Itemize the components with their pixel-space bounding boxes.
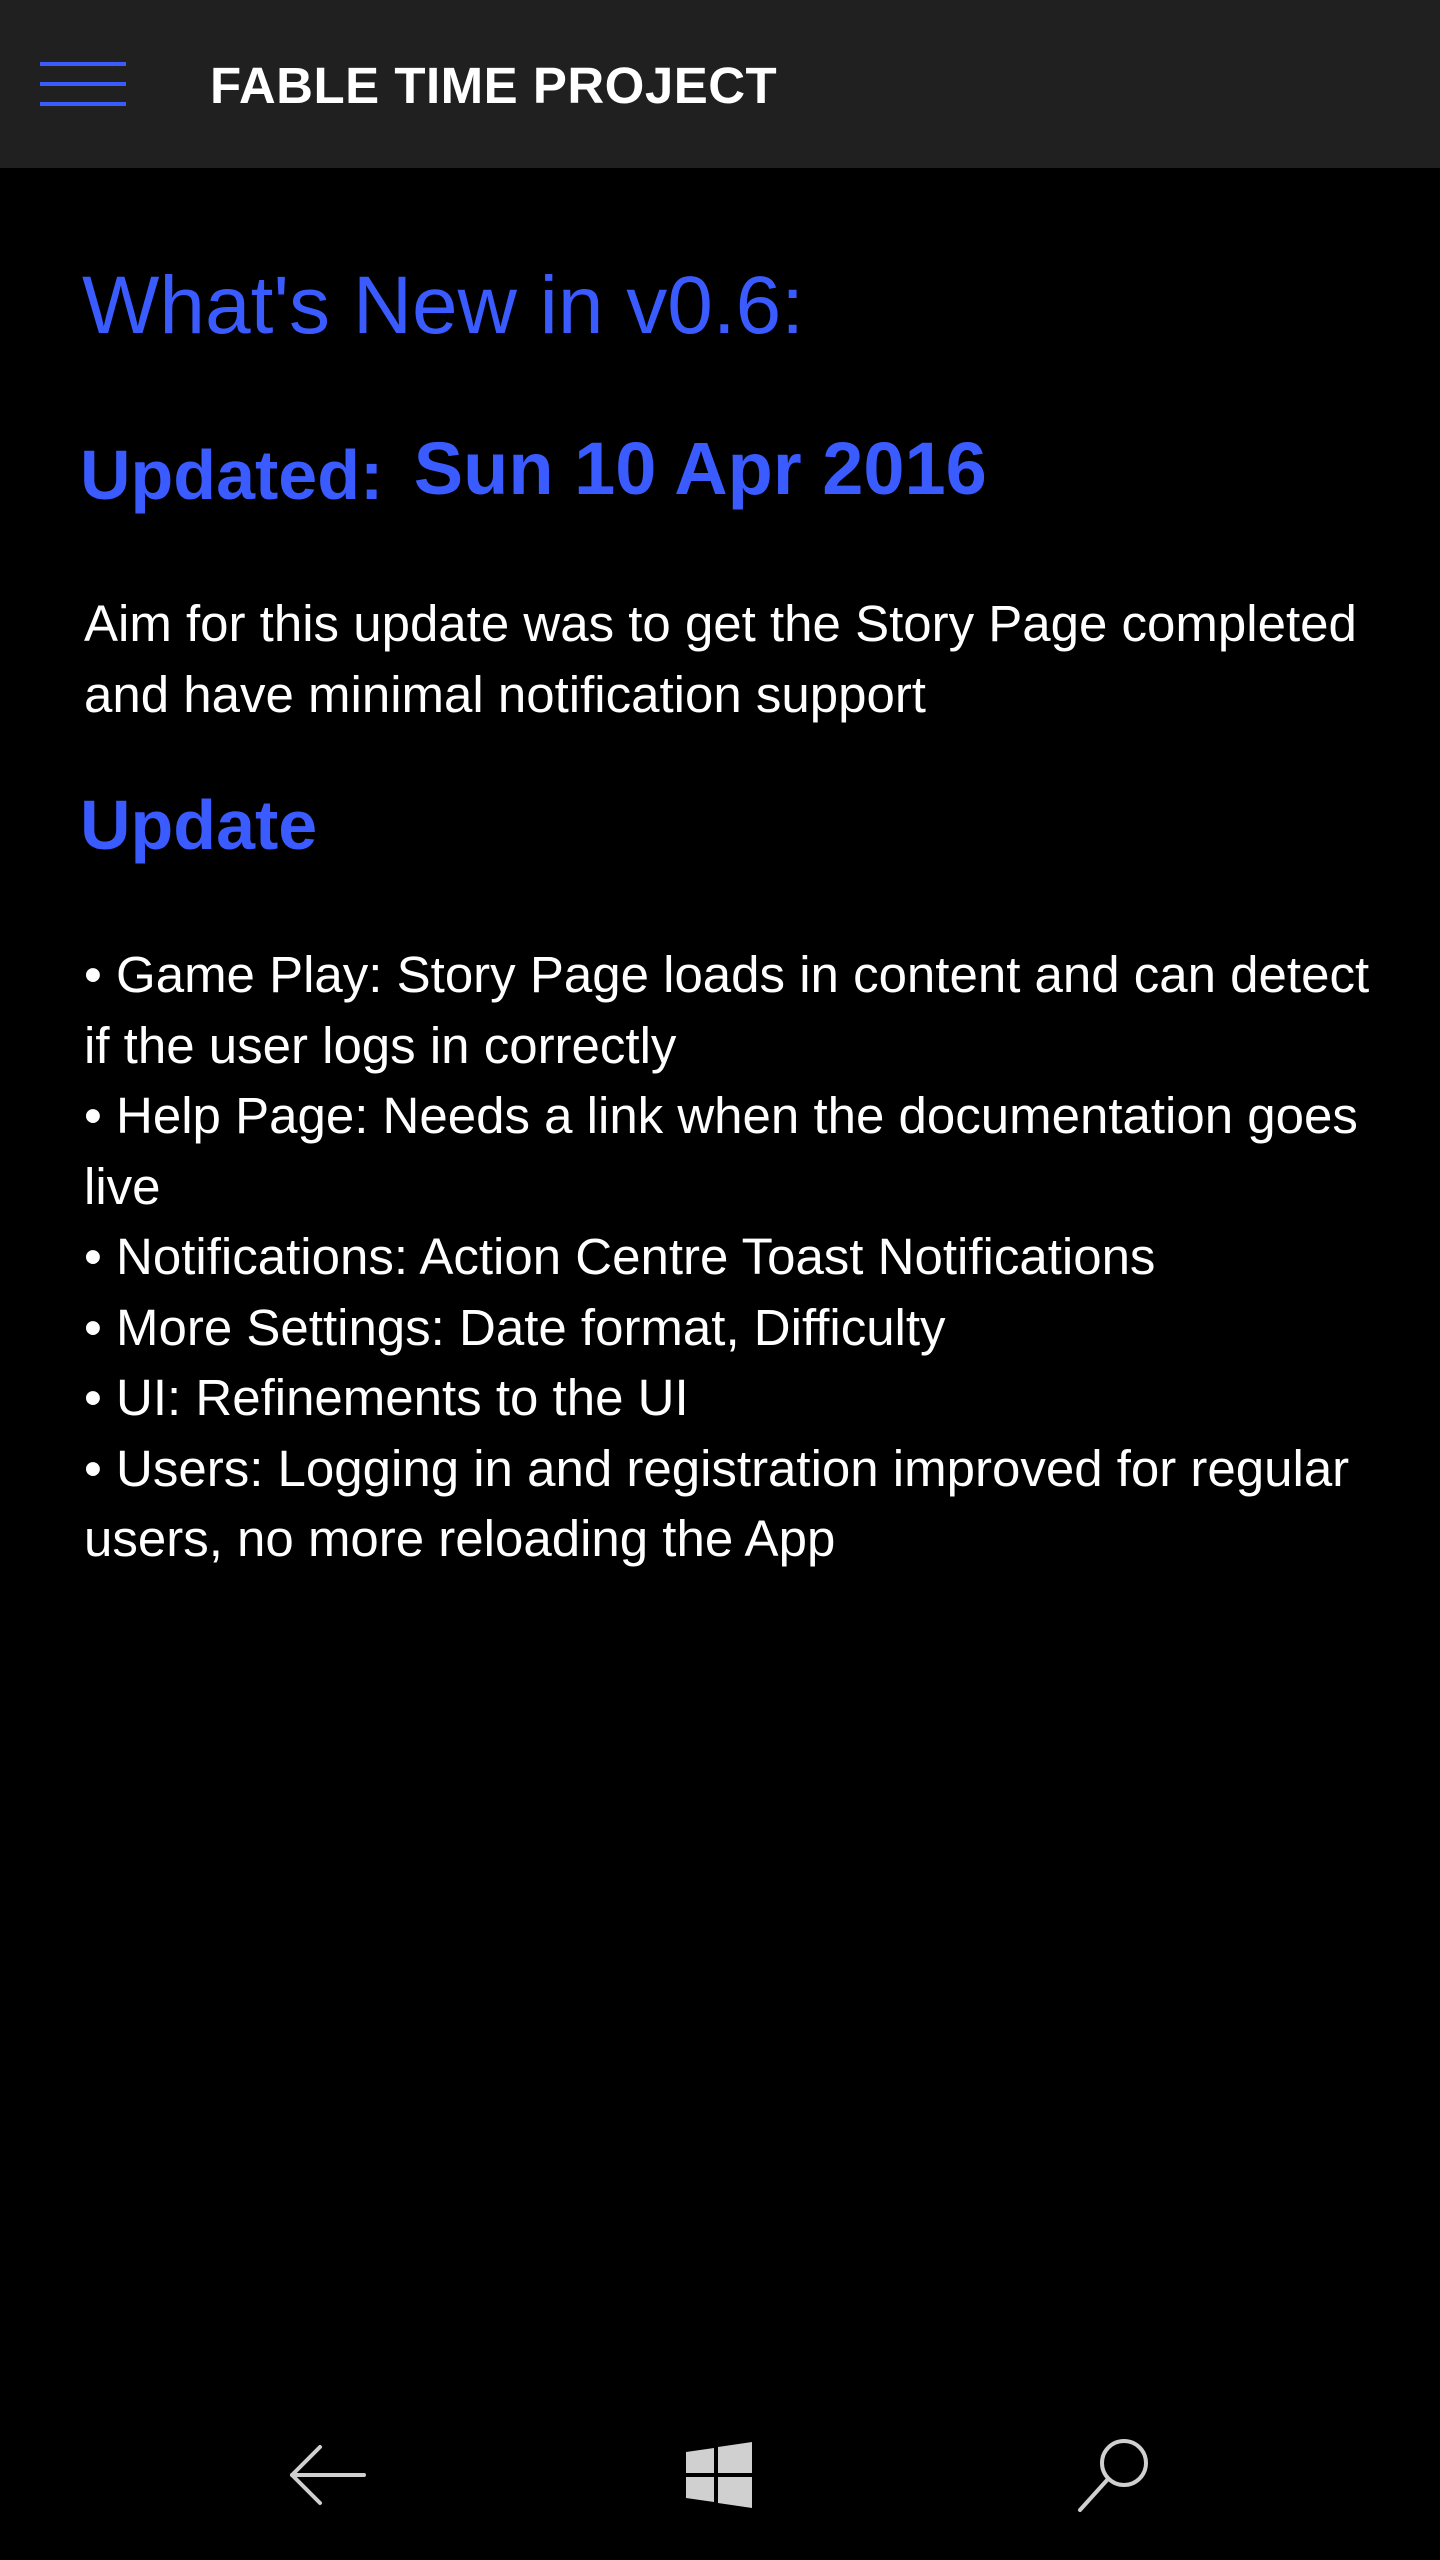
hamburger-line xyxy=(40,82,126,86)
updated-row: Updated: Sun 10 Apr 2016 xyxy=(80,424,987,514)
app-bar: FABLE TIME PROJECT xyxy=(0,0,1440,168)
hamburger-line xyxy=(40,62,126,66)
list-item: Users: Logging in and registration impro… xyxy=(84,1434,1384,1575)
list-item: Game Play: Story Page loads in content a… xyxy=(84,940,1384,1081)
updated-date: Sun 10 Apr 2016 xyxy=(413,427,987,510)
list-item: UI: Refinements to the UI xyxy=(84,1363,1384,1434)
list-item: Help Page: Needs a link when the documen… xyxy=(84,1081,1384,1222)
app-title: FABLE TIME PROJECT xyxy=(210,57,778,114)
update-list: Game Play: Story Page loads in content a… xyxy=(84,940,1384,1575)
back-arrow-icon xyxy=(290,2445,366,2505)
back-button[interactable] xyxy=(278,2430,378,2520)
start-button[interactable] xyxy=(668,2430,768,2520)
search-button[interactable] xyxy=(1064,2430,1164,2520)
section-heading-update: Update xyxy=(80,786,318,864)
system-nav-bar xyxy=(0,2392,1440,2560)
list-item: Notifications: Action Centre Toast Notif… xyxy=(84,1222,1384,1293)
updated-label: Updated: xyxy=(80,436,384,514)
list-item: More Settings: Date format, Difficulty xyxy=(84,1293,1384,1364)
update-summary: Aim for this update was to get the Story… xyxy=(84,595,1357,723)
hamburger-menu-icon[interactable] xyxy=(40,58,126,110)
search-icon xyxy=(1078,2439,1148,2512)
hamburger-line xyxy=(40,102,126,106)
windows-logo-icon xyxy=(686,2442,752,2508)
page-title: What's New in v0.6: xyxy=(82,260,805,351)
